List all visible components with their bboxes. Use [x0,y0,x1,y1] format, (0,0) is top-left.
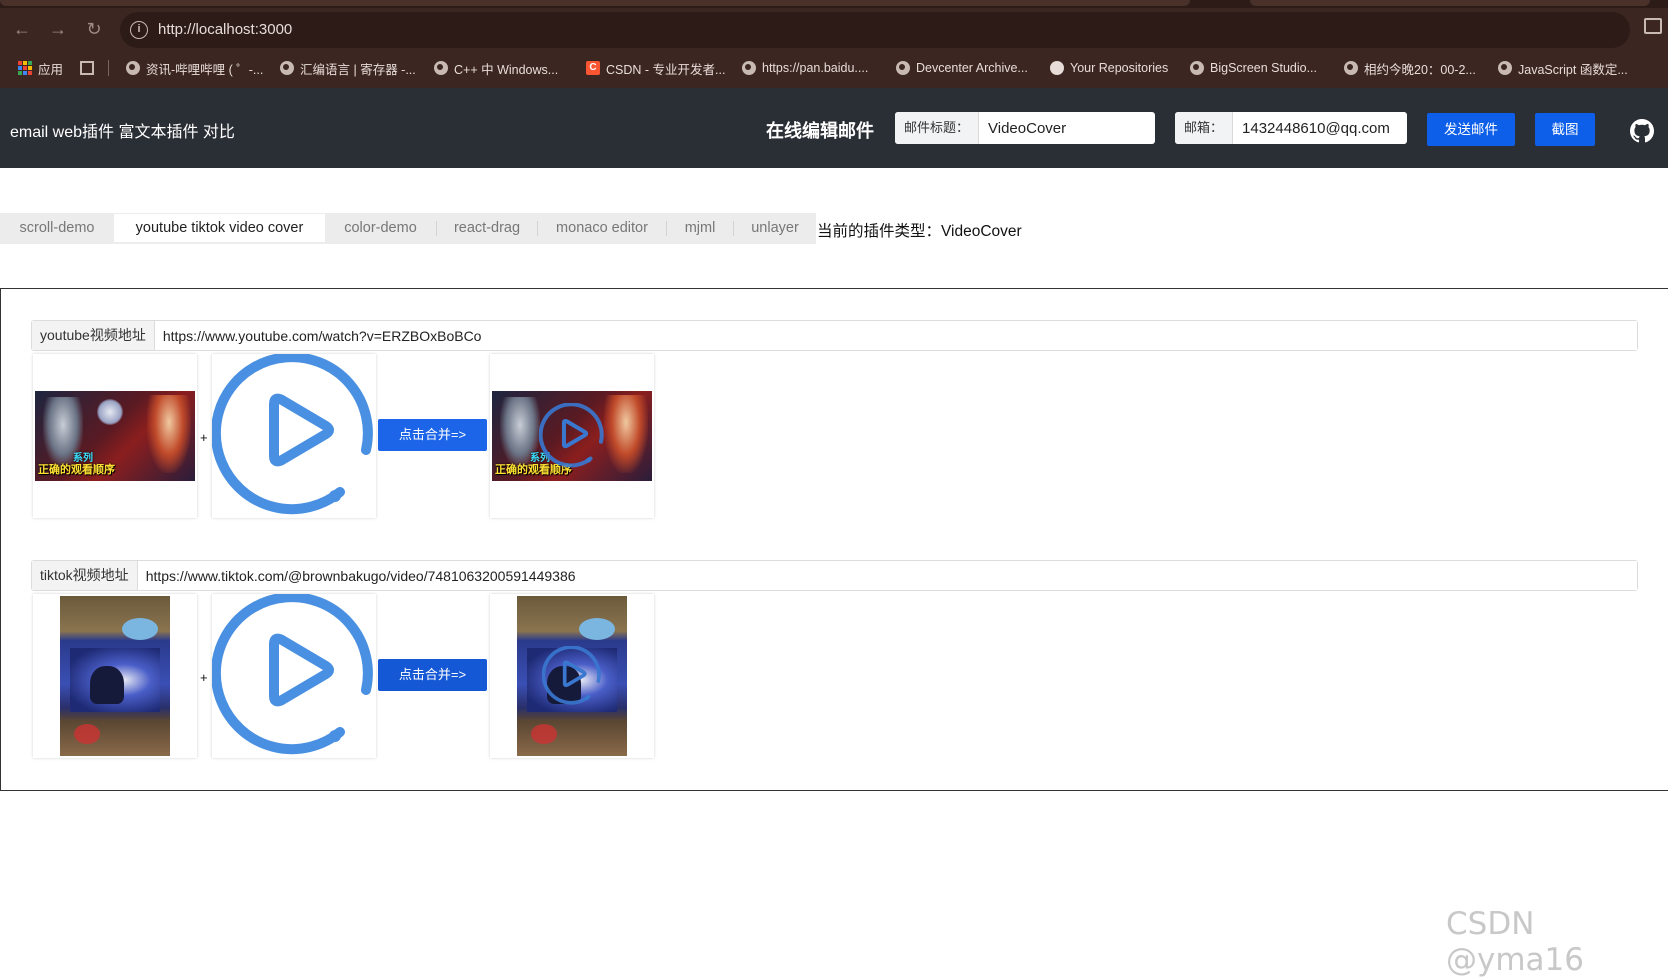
watermark: CSDN @yma16 [1446,906,1584,978]
bookmark-label: 相约今晚20：00-2... [1364,62,1476,77]
tiktok-url-group: tiktok视频地址 [31,560,1638,591]
page-title: 在线编辑邮件 [766,121,874,141]
tiktok-cover-card [33,594,197,758]
bookmark-label: https://pan.baidu.... [762,61,869,75]
plugin-type-label: 当前的插件类型：VideoCover [817,223,1022,240]
bookmark-assembly[interactable]: 汇编语言 | 寄存器 -... [280,58,416,78]
play-icon [212,354,373,515]
reload-icon[interactable]: ↻ [82,17,106,41]
bookmark-baidu-pan[interactable]: https://pan.baidu.... [742,58,868,78]
bookmark-apps[interactable]: 应用 [18,58,63,78]
bookmark-grid[interactable] [80,58,100,78]
bookmark-label: 汇编语言 | 寄存器 -... [300,62,416,77]
bookmark-csdn[interactable]: C CSDN - 专业开发者... [586,58,725,78]
screenshot-button[interactable]: 截图 [1535,113,1595,146]
tab-unlayer[interactable]: unlayer [734,213,816,244]
bookmarks-separator [108,60,109,76]
tiktok-cover-image [60,596,170,756]
tab-scroll-demo[interactable]: scroll-demo [0,213,114,244]
globe-icon [1498,61,1512,75]
subject-label: 邮件标题： [895,112,980,144]
youtube-url-label: youtube视频地址 [32,321,155,350]
bookmark-github[interactable]: Your Repositories [1050,58,1168,78]
email-field-group: 邮箱： [1175,112,1407,144]
bookmark-bigscreen[interactable]: BigScreen Studio... [1190,58,1317,78]
overlay-play-icon [542,646,601,705]
github-icon[interactable] [1630,119,1654,143]
tab-video-cover[interactable]: youtube tiktok video cover [114,214,325,242]
tiktok-result-card [490,594,654,758]
youtube-url-input[interactable] [154,321,1637,350]
tiktok-result-image [517,596,627,756]
bookmark-label: 资讯-哔哩哔哩 ( ゜-... [146,62,264,77]
globe-icon [1190,61,1204,75]
youtube-merge-button[interactable]: 点击合并=> [378,419,487,451]
overlay-play-icon [539,403,604,468]
cover-subtitle: 系列 [73,453,93,464]
bookmark-tonight[interactable]: 相约今晚20：00-2... [1344,58,1476,78]
tab-react-drag[interactable]: react-drag [437,213,537,244]
bookmark-label: JavaScript 函数定... [1518,62,1628,77]
app-header: email web插件 富文本插件 对比 在线编辑邮件 邮件标题： 邮箱： 发送… [0,88,1668,168]
tiktok-url-input[interactable] [137,561,1637,590]
forward-icon[interactable]: → [46,17,70,41]
tiktok-merge-button[interactable]: 点击合并=> [378,659,487,691]
address-bar[interactable]: i http://localhost:3000 [120,12,1630,48]
youtube-cover-image: 系列 正确的观看顺序 [35,391,195,481]
plus-sign: + [200,670,208,685]
bookmark-cpp[interactable]: C++ 中 Windows... [434,58,558,78]
bookmark-devcenter[interactable]: Devcenter Archive... [896,58,1028,78]
globe-icon [280,61,294,75]
tiktok-play-icon-card [212,594,376,758]
tab-strip [0,0,1668,8]
globe-icon [1344,61,1358,75]
info-icon[interactable]: i [130,21,148,39]
subject-input[interactable] [979,112,1152,144]
bookmarks-bar: 应用 资讯-哔哩哔哩 ( ゜-... 汇编语言 | 寄存器 -... C++ 中… [0,52,1668,84]
tab-monaco-editor[interactable]: monaco editor [538,213,666,244]
browser-chrome: ← → ↻ i http://localhost:3000 应用 资讯-哔哩哔哩… [0,0,1668,88]
globe-icon [126,61,140,75]
plus-sign: + [200,430,208,445]
globe-icon [896,61,910,75]
globe-icon [434,61,448,75]
csdn-icon: C [586,61,600,75]
youtube-url-group: youtube视频地址 [31,320,1638,351]
email-input[interactable] [1233,112,1406,144]
youtube-result-image: 系列 正确的观看顺序 [492,391,652,481]
youtube-play-icon-card [212,354,376,518]
cover-title: 正确的观看顺序 [38,464,115,476]
bookmark-label: CSDN - 专业开发者... [606,62,726,77]
globe-icon [742,61,756,75]
back-icon[interactable]: ← [10,17,34,41]
grid-icon [80,61,94,75]
bookmark-label: Devcenter Archive... [916,61,1028,75]
browser-tab[interactable] [1250,0,1650,6]
bookmark-javascript[interactable]: JavaScript 函数定... [1498,58,1628,78]
subject-field-group: 邮件标题： [895,112,1155,144]
tiktok-url-label: tiktok视频地址 [32,561,138,590]
cast-icon[interactable] [1644,18,1662,34]
youtube-result-card: 系列 正确的观看顺序 [490,354,654,518]
address-url[interactable]: http://localhost:3000 [158,20,292,40]
browser-tab[interactable] [0,0,1190,6]
play-icon [212,594,373,755]
bookmark-label: Your Repositories [1070,61,1169,75]
github-icon [1050,61,1064,75]
email-label: 邮箱： [1175,112,1234,144]
send-email-button[interactable]: 发送邮件 [1427,113,1515,146]
apps-icon [18,61,32,75]
bookmark-bilibili[interactable]: 资讯-哔哩哔哩 ( ゜-... [126,58,263,78]
bookmark-label: C++ 中 Windows... [454,62,559,77]
bookmark-label: 应用 [38,62,64,77]
youtube-cover-card: 系列 正确的观看顺序 [33,354,197,518]
tab-color-demo[interactable]: color-demo [325,213,436,244]
brand-title: email web插件 富文本插件 对比 [10,124,235,141]
bookmark-label: BigScreen Studio... [1210,61,1318,75]
tab-mjml[interactable]: mjml [667,213,733,244]
